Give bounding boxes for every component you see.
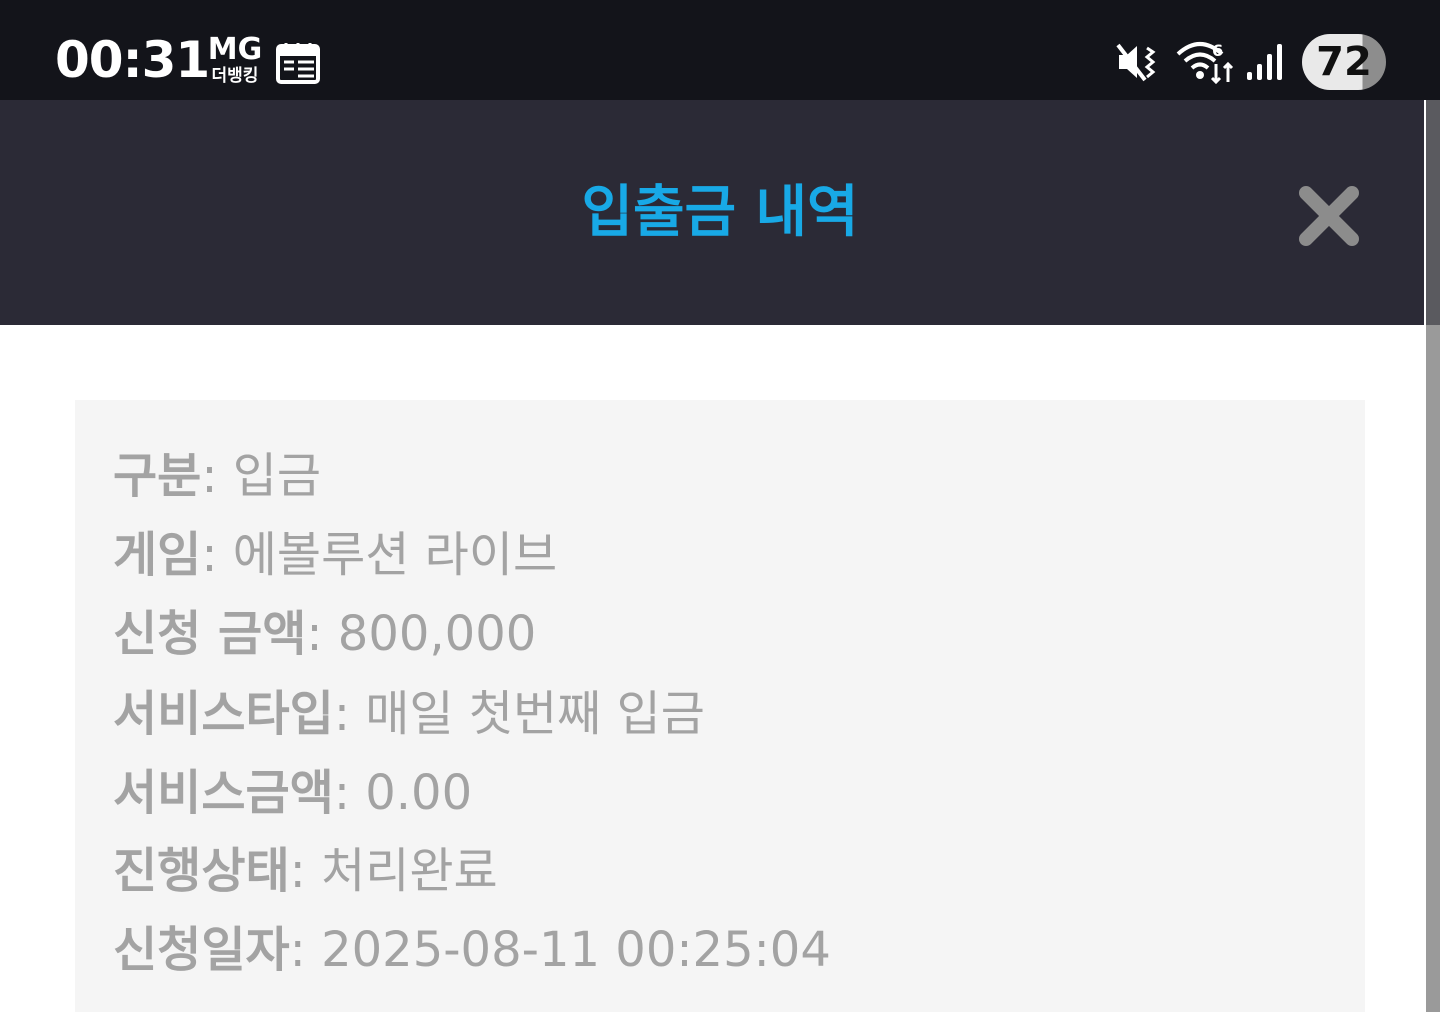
detail-label: 서비스금액 <box>113 765 334 821</box>
detail-row-request-date: 신청일자: 2025-08-11 00:25:04 <box>113 920 831 980</box>
detail-row-type: 구분: 입금 <box>113 446 321 506</box>
svg-text:6: 6 <box>1212 41 1223 60</box>
detail-row-status: 진행상태: 처리완료 <box>113 841 498 901</box>
detail-row-service-type: 서비스타입: 매일 첫번째 입금 <box>113 684 705 744</box>
detail-label: 신청 금액 <box>113 606 307 662</box>
app-badge-sub-text: 더뱅킹 <box>211 66 259 86</box>
signal-icon <box>1247 44 1282 80</box>
detail-label: 진행상태 <box>113 843 290 899</box>
detail-value: 에볼루션 라이브 <box>232 527 558 583</box>
detail-separator: : <box>201 448 233 504</box>
detail-value: 800,000 <box>337 606 537 662</box>
detail-separator: : <box>289 843 322 899</box>
detail-label: 게임 <box>113 527 202 583</box>
detail-separator: : <box>333 686 366 742</box>
detail-value: 매일 첫번째 입금 <box>365 686 705 742</box>
detail-label: 신청일자 <box>113 922 290 978</box>
detail-value: 2025-08-11 00:25:04 <box>321 922 831 978</box>
wifi-icon: 6 <box>1176 41 1234 84</box>
status-time: 00:31 <box>55 31 210 89</box>
modal-title: 입출금 내역 <box>581 180 859 245</box>
battery-indicator: 72 <box>1302 34 1386 90</box>
detail-row-game: 게임: 에볼루션 라이브 <box>113 525 557 585</box>
close-icon[interactable] <box>1296 183 1362 249</box>
detail-row-service-amount: 서비스금액: 0.00 <box>113 763 472 823</box>
scrollbar-thumb-shade <box>1426 100 1440 325</box>
status-bar: 00:31 MG 더뱅킹 6 72 <box>0 0 1440 100</box>
calendar-icon <box>276 43 320 84</box>
detail-separator: : <box>201 527 233 583</box>
detail-separator: : <box>289 922 322 978</box>
vibrate-mute-icon <box>1116 43 1156 82</box>
detail-value: 0.00 <box>365 765 473 821</box>
detail-separator: : <box>306 606 338 662</box>
app-badge-main-text: MG <box>207 32 263 67</box>
detail-separator: : <box>333 765 366 821</box>
detail-value: 입금 <box>232 448 322 504</box>
detail-label: 서비스타입 <box>113 686 334 742</box>
app-notification-badge: MG 더뱅킹 <box>207 32 263 87</box>
detail-value: 처리완료 <box>321 843 498 899</box>
detail-label: 구분 <box>113 448 202 504</box>
detail-row-request-amount: 신청 금액: 800,000 <box>113 604 536 664</box>
